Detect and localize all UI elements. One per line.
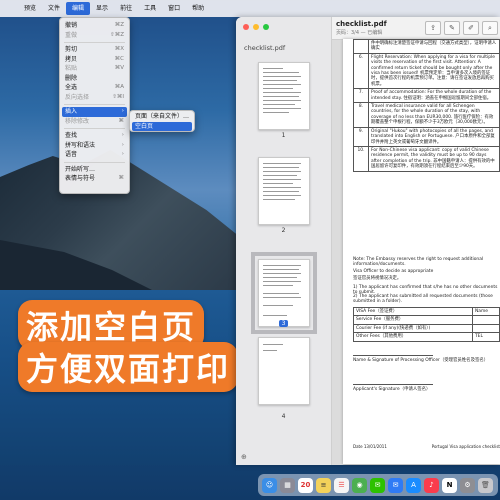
page-number: 4 [281, 413, 286, 420]
menu-help[interactable]: 帮助 [186, 2, 210, 15]
page-number: 2 [281, 227, 286, 234]
launchpad-icon[interactable]: ▦ [280, 477, 295, 493]
menu-item-insert[interactable]: 插入 › [62, 107, 127, 117]
notes-icon[interactable]: ≡ [316, 477, 331, 493]
table-row: 6. Flight Reservation: When applying for … [353, 52, 500, 90]
page-thumbnail[interactable] [258, 157, 310, 225]
footer-date: Date 13/01/2011 [353, 444, 387, 449]
menu-item-delete[interactable]: 删除 [60, 74, 129, 84]
table-row: VISA Fee（签证费） Name [353, 306, 500, 317]
pdf-page: 件中明确标注清楚签证申请与回程（交通方式类型），证明申请人确实 6. Flight… [343, 39, 500, 464]
sidebar-file-title: checklist.pdf [244, 44, 286, 52]
applicant-signature-label: Applicant's Signature（申请人签名） [353, 387, 431, 392]
wechat-icon[interactable]: ✉ [370, 477, 385, 493]
note-text: 签证官员将视情况决定。 [353, 276, 402, 281]
mail-icon[interactable]: ✉ [388, 477, 403, 493]
music-icon[interactable]: ♪ [424, 477, 439, 493]
page-footer: Date 13/01/2011 Portugal Visa applicatio… [353, 444, 500, 449]
preview-window: checklist.pdf 1 2 3 4 ⊕ checklist.pdf 页码… [236, 17, 500, 465]
thumbnail-sidebar: checklist.pdf 1 2 3 4 ⊕ [236, 17, 332, 465]
toolbar: checklist.pdf 页码：3/4 — 已编辑 ⇪ ✎ ✐ ⌕ [332, 17, 500, 40]
reminders-icon[interactable]: ☰ [334, 477, 349, 493]
caption-line-2: 方便双面打印 [18, 342, 239, 392]
toolbar-buttons: ⇪ ✎ ✐ ⌕ [425, 21, 498, 35]
page-number-selected: 3 [236, 320, 331, 327]
menu-item-paste: 粘贴 ⌘V [65, 65, 124, 72]
note-text: Note: The Embassy reserves the right to … [353, 257, 484, 268]
minimize-button[interactable] [253, 24, 259, 30]
menu-separator [64, 42, 125, 43]
trash-icon[interactable]: 🗑 [478, 477, 493, 493]
chrome-icon[interactable]: ◉ [352, 477, 367, 493]
menu-item-speech[interactable]: 语音 › [60, 150, 129, 160]
app-store-icon[interactable]: A [406, 477, 421, 493]
menu-separator [64, 161, 125, 163]
menu-item-find[interactable]: 查找 › [60, 131, 129, 141]
page-thumbnail-selected[interactable] [251, 252, 317, 334]
page-thumbnail[interactable] [258, 62, 310, 130]
menu-item-select-all[interactable]: 全选 ⌘A [60, 83, 129, 93]
menu-window[interactable]: 窗口 [162, 2, 186, 15]
table-row: 9. Original "Hukou" with photocopies of a… [353, 126, 500, 147]
settings-icon[interactable]: ⚙ [460, 477, 475, 493]
menu-item-copy[interactable]: 拷贝 ⌘C [60, 55, 129, 65]
document-area: checklist.pdf 页码：3/4 — 已编辑 ⇪ ✎ ✐ ⌕ 件中明确标… [332, 17, 500, 465]
submenu-item-blank-page[interactable]: 空白页 [132, 121, 192, 131]
menu-separator [64, 128, 125, 129]
menu-item-remove-edits: 移除修改 ⌘ [65, 117, 124, 125]
edit-menu-dropdown: 撤销 ⌘Z 重做 ⇧⌘Z 剪切 ⌘X 拷贝 ⌘C 粘贴 ⌘V 删除 全选 ⌘A 反向选择 ⇧⌘… [59, 17, 130, 194]
note-text: Visa Officer to decide as appropriate [353, 269, 434, 274]
menu-view[interactable]: 显示 [90, 2, 114, 15]
menu-item-invert-selection: 反向选择 ⇧⌘I [65, 93, 124, 101]
menu-bar: 预览 文件 编辑 显示 前往 工具 窗口 帮助 [0, 0, 500, 17]
markup-icon[interactable]: ✎ [444, 21, 460, 35]
add-page-icon[interactable]: ⊕ [241, 453, 247, 461]
menu-item-cut[interactable]: 剪切 ⌘X [60, 45, 129, 55]
document-title: checklist.pdf [336, 20, 387, 28]
menu-file[interactable]: 文件 [42, 2, 66, 15]
document-subtitle: 页码：3/4 — 已编辑 [336, 30, 383, 36]
menu-edit[interactable]: 编辑 [66, 2, 91, 15]
footer-title: Portugal Visa application checklist [431, 444, 500, 449]
zoom-button[interactable] [263, 24, 269, 30]
annotate-icon[interactable]: ✐ [463, 21, 479, 35]
window-controls [243, 24, 269, 30]
signature-line [353, 355, 433, 356]
finder-icon[interactable]: ☺ [262, 477, 277, 493]
fees-table: VISA Fee（签证费） Name Service Fee（服务费） Couri… [353, 306, 500, 342]
table-row: 10. For Non-Chinese visa applicant: copy … [353, 145, 500, 172]
insert-submenu: 页面（来自文件）… 空白页 [129, 110, 195, 132]
menu-app[interactable]: 预览 [18, 2, 42, 15]
menu-go[interactable]: 前往 [114, 2, 138, 15]
table-row: 件中明确标注清楚签证申请与回程（交通方式类型），证明申请人确实 [353, 39, 500, 54]
menu-item-redo: 重做 ⇧⌘Z [65, 31, 124, 39]
menu-item-emoji[interactable]: 表情与符号 ⌘ [60, 174, 129, 184]
checklist-table: 件中明确标注清楚签证申请与回程（交通方式类型），证明申请人确实 6. Flight… [353, 39, 500, 172]
notion-icon[interactable]: N [442, 477, 457, 493]
dock: ☺ ▦ 20 ≡ ☰ ◉ ✉ ✉ A ♪ N ⚙ 🗑 [258, 474, 498, 496]
submenu-item-page-from-file[interactable]: 页面（来自文件）… [130, 112, 194, 122]
table-row: Service Fee（服务费） [353, 315, 500, 325]
table-row: Other Fees（其他费用） TEL [353, 332, 500, 342]
share-icon[interactable]: ⇪ [425, 21, 441, 35]
menu-item-undo[interactable]: 撤销 ⌘Z [60, 21, 129, 31]
close-button[interactable] [243, 24, 249, 30]
page-thumbnail-blank[interactable] [258, 337, 310, 405]
search-icon[interactable]: ⌕ [482, 21, 498, 35]
table-row: 8. Travel medical insurance valid for all… [353, 102, 500, 128]
officer-signature-label: Name & Signature of Processing Officer（受… [353, 358, 489, 363]
page-number: 1 [281, 132, 286, 139]
menu-separator [64, 104, 125, 105]
menu-tools[interactable]: 工具 [138, 2, 162, 15]
menu-item-dictation[interactable]: 开始听写… [60, 165, 129, 175]
signature-line [353, 384, 433, 385]
note-text: 2) The applicant has submitted all reque… [353, 294, 493, 305]
table-row: 7. Proof of accommodation: For the whole … [353, 88, 500, 104]
calendar-icon[interactable]: 20 [298, 477, 313, 493]
table-row: Courier Fee (if any)(快递费（如有）) [353, 323, 500, 334]
menu-item-spelling[interactable]: 拼写和语法 › [60, 141, 129, 151]
